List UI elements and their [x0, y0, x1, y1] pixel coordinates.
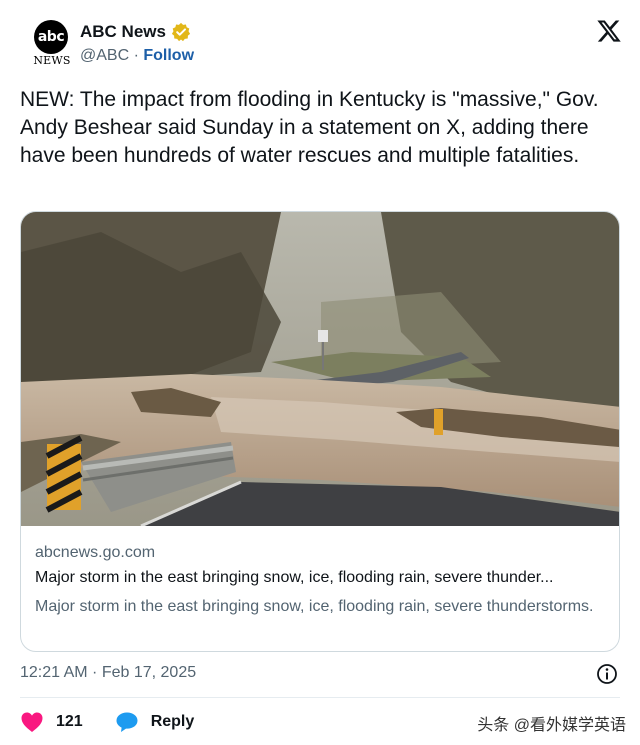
- avatar-caption: NEWS: [33, 54, 71, 67]
- verified-badge-icon: [171, 22, 191, 42]
- reply-label: Reply: [150, 713, 195, 730]
- reply-button[interactable]: Reply: [115, 711, 195, 733]
- like-button[interactable]: 121: [20, 711, 83, 733]
- tweet-header: abc NEWS ABC News @ABC · Follow: [20, 14, 624, 74]
- card-title[interactable]: Major storm in the east bringing snow, i…: [35, 569, 607, 587]
- follow-button[interactable]: Follow: [143, 47, 194, 64]
- avatar[interactable]: abc NEWS: [30, 20, 74, 67]
- heart-icon: [21, 712, 43, 732]
- action-bar: 121 Reply: [20, 710, 194, 734]
- display-name[interactable]: ABC News: [80, 22, 166, 42]
- tweet-text: NEW: The impact from flooding in Kentuck…: [20, 88, 599, 167]
- divider: [20, 697, 620, 698]
- avatar-logo: abc: [34, 20, 68, 54]
- handle-row: @ABC · Follow: [80, 47, 194, 65]
- info-icon[interactable]: [596, 663, 618, 685]
- timestamp[interactable]: 12:21 AM · Feb 17, 2025: [20, 664, 196, 682]
- card-domain: abcnews.go.com: [35, 544, 156, 561]
- card-description: Major storm in the east bringing snow, i…: [35, 598, 594, 615]
- watermark: 头条 @看外媒学英语: [477, 717, 626, 734]
- speech-bubble-icon: [116, 712, 138, 732]
- separator: ·: [129, 47, 144, 64]
- flood-photo: [21, 212, 619, 526]
- handle[interactable]: @ABC: [80, 47, 129, 64]
- name-row: ABC News: [80, 22, 191, 42]
- like-count: 121: [56, 713, 83, 730]
- x-logo-icon[interactable]: [596, 18, 622, 44]
- link-card[interactable]: abcnews.go.com Major storm in the east b…: [20, 211, 620, 652]
